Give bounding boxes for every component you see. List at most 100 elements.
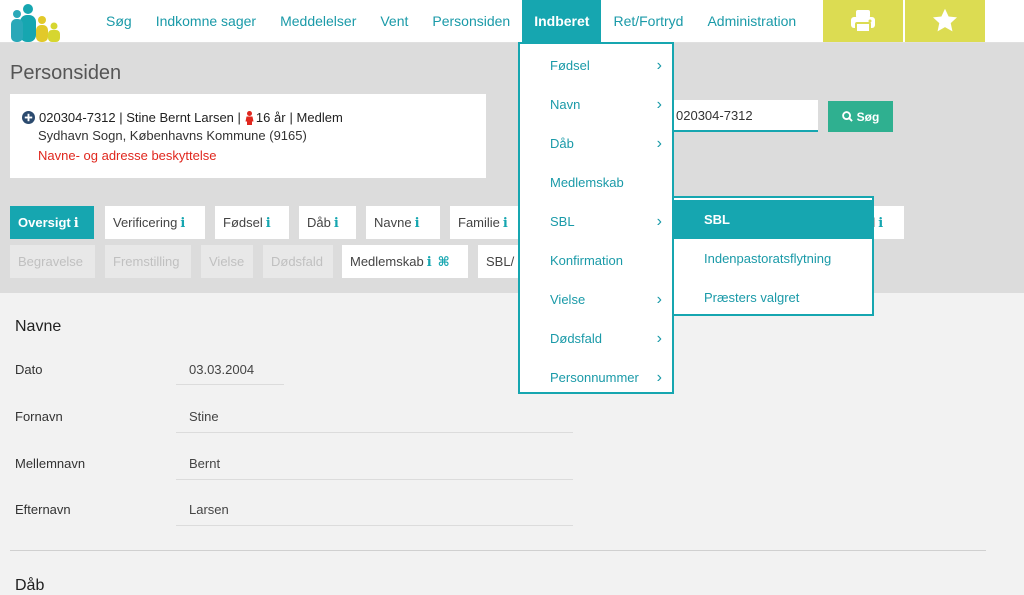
menu-item-personnummer[interactable]: Personnummer › <box>520 358 672 397</box>
top-navigation-bar: Søg Indkomne sager Meddelelser Vent Pers… <box>0 0 1024 43</box>
field-value-efternavn: Larsen <box>189 502 229 517</box>
chevron-right-icon: › <box>656 330 662 347</box>
protection-warning: Navne- og adresse beskyttelse <box>38 148 217 163</box>
main-content: Navne Dato 03.03.2004 Fornavn Stine Mell… <box>0 294 1024 594</box>
info-icon: i <box>180 216 186 231</box>
chevron-right-icon: › <box>656 135 662 152</box>
info-icon: i <box>502 216 508 231</box>
field-label-dato: Dato <box>15 362 43 377</box>
info-icon: i <box>265 216 271 231</box>
submenu-item-praesters-valgret[interactable]: Præsters valgret <box>674 278 872 317</box>
logo-icon[interactable] <box>8 2 66 42</box>
menu-item-vielse[interactable]: Vielse › <box>520 280 672 319</box>
search-button[interactable]: Søg <box>828 101 893 132</box>
tab-foedsel[interactable]: Fødsel i <box>215 206 289 239</box>
section-title-daab: Dåb <box>15 577 45 594</box>
menu-item-sbl[interactable]: SBL › <box>520 202 672 241</box>
nav-item-soeg[interactable]: Søg <box>94 0 144 42</box>
menu-item-doedsfald[interactable]: Dødsfald › <box>520 319 672 358</box>
tab-label: Navne <box>374 215 412 230</box>
search-icon <box>841 111 853 122</box>
favorite-button[interactable] <box>905 0 985 42</box>
tab-label: Dåb <box>307 215 331 230</box>
menu-item-label: Personnummer <box>550 370 639 385</box>
menu-item-foedsel[interactable]: Fødsel › <box>520 46 672 85</box>
nav-item-indkomne-sager[interactable]: Indkomne sager <box>144 0 268 42</box>
nav-item-ret-fortryd[interactable]: Ret/Fortryd <box>601 0 695 42</box>
tab-label: Medlemskab <box>350 254 424 269</box>
info-icon: i <box>73 216 79 231</box>
tab-verificering[interactable]: Verificering i <box>105 206 205 239</box>
info-icon: i <box>426 255 432 270</box>
field-underline <box>176 479 573 480</box>
tab-label: Fødsel <box>223 215 263 230</box>
section-divider <box>10 550 986 551</box>
person-status: | Medlem <box>289 110 343 125</box>
expand-plus-icon[interactable] <box>22 111 35 124</box>
menu-item-label: Fødsel <box>550 58 590 73</box>
info-icon: i <box>878 216 884 231</box>
menu-item-label: Dødsfald <box>550 331 603 346</box>
chevron-right-icon: › <box>656 369 662 386</box>
person-summary: 020304-7312 | Stine Bernt Larsen | <box>39 110 241 125</box>
printer-icon <box>851 10 875 33</box>
person-summary-card: 020304-7312 | Stine Bernt Larsen | 16 år… <box>10 94 486 178</box>
field-underline <box>176 525 573 526</box>
tab-label: Oversigt <box>18 215 71 230</box>
field-value-dato: 03.03.2004 <box>189 362 255 377</box>
nav-item-administration[interactable]: Administration <box>695 0 808 42</box>
female-icon <box>245 110 254 125</box>
field-label-mellemnavn: Mellemnavn <box>15 456 86 471</box>
tab-oversigt[interactable]: Oversigt i <box>10 206 94 239</box>
nav-item-indberet[interactable]: Indberet <box>522 0 602 42</box>
chevron-right-icon: › <box>656 96 662 113</box>
sbl-submenu: SBL Indenpastoratsflytning Præsters valg… <box>672 196 874 316</box>
tab-medlemskab[interactable]: Medlemskab i ⌘ <box>342 245 468 278</box>
main-nav: Søg Indkomne sager Meddelelser Vent Pers… <box>94 0 808 42</box>
tab-sbl[interactable]: SBL/ <box>478 245 520 278</box>
nav-item-vent[interactable]: Vent <box>368 0 420 42</box>
field-label-efternavn: Efternavn <box>15 502 71 517</box>
menu-item-label: Konfirmation <box>550 253 623 268</box>
menu-item-konfirmation[interactable]: Konfirmation <box>520 241 672 280</box>
tab-familie[interactable]: Familie i <box>450 206 520 239</box>
indberet-dropdown-menu: Fødsel › Navn › Dåb › Medlemskab SBL › Konfi… <box>518 42 674 394</box>
tab-label: Verificering <box>113 215 178 230</box>
menu-item-daab[interactable]: Dåb › <box>520 124 672 163</box>
print-button[interactable] <box>823 0 903 42</box>
info-icon: i <box>414 216 420 231</box>
command-icon: ⌘ <box>437 255 450 270</box>
star-icon <box>932 8 958 32</box>
submenu-item-sbl[interactable]: SBL <box>674 200 872 239</box>
field-underline <box>176 432 573 433</box>
tab-vielse: Vielse <box>201 245 253 278</box>
person-parish: Sydhavn Sogn, Københavns Kommune (9165) <box>38 128 307 143</box>
tab-doedsfald: Dødsfald <box>263 245 333 278</box>
person-age: 16 år <box>255 110 286 125</box>
menu-item-label: Medlemskab <box>550 175 624 190</box>
chevron-right-icon: › <box>656 213 662 230</box>
search-button-label: Søg <box>856 109 880 124</box>
section-title-navne: Navne <box>15 318 62 335</box>
field-value-mellemnavn: Bernt <box>189 456 221 471</box>
menu-item-medlemskab[interactable]: Medlemskab <box>520 163 672 202</box>
field-underline <box>176 384 284 385</box>
person-summary-line: 020304-7312 | Stine Bernt Larsen | 16 år… <box>22 110 343 125</box>
tab-label: Familie <box>458 215 500 230</box>
tab-daab[interactable]: Dåb i <box>299 206 356 239</box>
chevron-right-icon: › <box>656 291 662 308</box>
chevron-right-icon: › <box>656 57 662 74</box>
submenu-item-indenpastoratsflytning[interactable]: Indenpastoratsflytning <box>674 239 872 278</box>
field-label-fornavn: Fornavn <box>15 409 63 424</box>
menu-item-navn[interactable]: Navn › <box>520 85 672 124</box>
menu-item-label: Vielse <box>550 292 586 307</box>
nav-item-personsiden[interactable]: Personsiden <box>420 0 522 42</box>
search-input[interactable] <box>672 100 818 132</box>
tab-navne[interactable]: Navne i <box>366 206 440 239</box>
menu-item-label: Dåb <box>550 136 574 151</box>
tab-begravelse: Begravelse <box>10 245 95 278</box>
menu-item-label: SBL <box>550 214 575 229</box>
field-value-fornavn: Stine <box>189 409 219 424</box>
tab-fremstilling: Fremstilling <box>105 245 191 278</box>
nav-item-meddelelser[interactable]: Meddelelser <box>268 0 368 42</box>
